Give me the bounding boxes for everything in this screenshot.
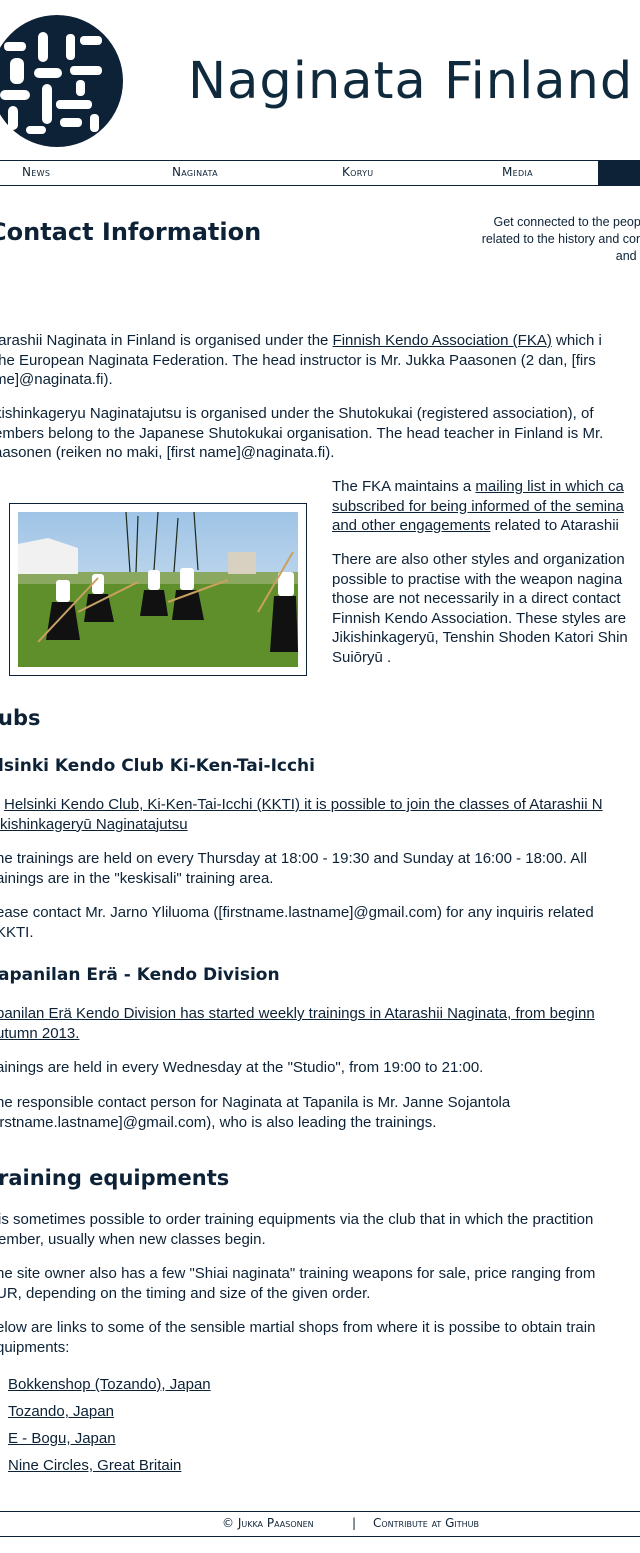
text: he responsible contact person for Nagina… <box>0 1094 511 1111</box>
paragraph-other-styles: There are also other styles and organiza… <box>332 550 628 667</box>
shop-link-nine-circles[interactable]: Nine Circles, Great Britain <box>8 1457 181 1474</box>
nav-item-media[interactable]: Media <box>502 165 533 179</box>
text: those are not necessarily in a direct co… <box>332 590 621 607</box>
text: There are also other styles and organiza… <box>332 551 625 568</box>
text: me]@naginata.fi). <box>0 371 113 388</box>
main-nav: News Naginata Koryu Media <box>0 160 640 186</box>
shop-link-tozando[interactable]: Tozando, Japan <box>8 1403 114 1420</box>
nav-item-koryu[interactable]: Koryu <box>342 165 373 179</box>
mailing-list-link[interactable]: mailing list in which ca <box>475 478 623 495</box>
equipment-paragraph-1: is sometimes possible to order training … <box>0 1210 593 1249</box>
text: UR, depending on the timing and size of … <box>0 1284 371 1302</box>
kkti-link[interactable]: Helsinki Kendo Club, Ki-Ken-Tai-Icchi (K… <box>4 796 603 813</box>
text: embers belong to the Japanese Shutokukai… <box>0 424 604 442</box>
kkti-schedule: he trainings are held on every Thursday … <box>0 849 587 888</box>
text: The FKA maintains a <box>332 478 476 495</box>
page-intro: Get connected to the people wh related t… <box>390 214 640 265</box>
text: ease contact Mr. Jarno Yliluoma ([firstn… <box>0 904 594 921</box>
naginata-kanji-logo-icon[interactable] <box>0 14 124 148</box>
tapanila-link-block: panilan Erä Kendo Division has started w… <box>0 1004 595 1043</box>
text: Finnish Kendo Association. These styles … <box>332 609 627 627</box>
text: he trainings are held on every Thursday … <box>0 850 587 867</box>
intro-line: and to Na <box>615 249 640 263</box>
intro-line: Get connected to the people wh <box>493 215 640 229</box>
text: is sometimes possible to order training … <box>0 1211 594 1228</box>
tapanila-heading: apanilan Erä - Kendo Division <box>0 965 280 985</box>
equipment-heading: raining equipments <box>0 1166 230 1190</box>
site-title[interactable]: Naginata Finland <box>188 52 633 111</box>
paragraph-jikishinkageryu: kishinkageryu Naginatajutsu is organised… <box>0 404 603 463</box>
text: related to Atarashii <box>490 517 619 534</box>
mailing-list-link[interactable]: subscribed for being informed of the sem… <box>332 498 624 515</box>
copyright-text: © Jukka Paasonen <box>222 1516 314 1530</box>
footer-separator: | <box>352 1516 357 1530</box>
intro-line: related to the history and contents <box>481 232 640 246</box>
text: which i <box>551 332 602 349</box>
site-footer: © Jukka Paasonen | Contribute at Github <box>0 1511 640 1537</box>
equipment-paragraph-2: he site owner also has a few "Shiai nagi… <box>0 1264 595 1303</box>
text: tarashii Naginata in Finland is organise… <box>0 332 333 349</box>
text: he site owner also has a few "Shiai nagi… <box>0 1265 596 1282</box>
list-item: Nine Circles, Great Britain <box>8 1455 211 1482</box>
kkti-heading: lsinki Kendo Club Ki-Ken-Tai-Icchi <box>0 756 315 776</box>
page-title: Contact Information <box>0 218 262 246</box>
paragraph-atarashii: tarashii Naginata in Finland is organise… <box>0 331 602 390</box>
text: possible to practise with the weapon nag… <box>332 570 623 588</box>
nav-item-naginata[interactable]: Naginata <box>172 165 218 179</box>
tapanila-link[interactable]: utumn 2013. <box>0 1025 79 1042</box>
tapanila-contact: he responsible contact person for Nagina… <box>0 1093 510 1132</box>
list-item: Tozando, Japan <box>8 1401 211 1428</box>
photo-frame <box>9 503 307 676</box>
kkti-link-block: Helsinki Kendo Club, Ki-Ken-Tai-Icchi (K… <box>0 795 603 834</box>
kkti-link[interactable]: kishinkageryū Naginatajutsu <box>0 816 188 833</box>
nav-item-active[interactable] <box>598 161 640 185</box>
site-header: Naginata Finland <box>0 0 640 160</box>
text: Jikishinkageryū, Tenshin Shoden Katori S… <box>332 629 628 646</box>
training-photo <box>18 512 298 667</box>
text: quipments: <box>0 1338 70 1356</box>
list-item: Bokkenshop (Tozando), Japan <box>8 1374 211 1401</box>
fka-link[interactable]: Finnish Kendo Association (FKA) <box>333 332 552 349</box>
kkti-contact: ease contact Mr. Jarno Yliluoma ([firstn… <box>0 903 594 942</box>
equipment-paragraph-3: elow are links to some of the sensible m… <box>0 1318 595 1357</box>
nav-item-news[interactable]: News <box>22 165 50 179</box>
mailing-list-link[interactable]: and other engagements <box>332 517 490 534</box>
list-item: E - Bogu, Japan <box>8 1428 211 1455</box>
clubs-heading: ubs <box>0 706 41 730</box>
text: kishinkageryu Naginatajutsu is organised… <box>0 405 594 422</box>
shop-list: Bokkenshop (Tozando), Japan Tozando, Jap… <box>8 1374 211 1482</box>
text: ember, usually when new classes begin. <box>0 1230 266 1248</box>
text: ainings are in the "keskisali" training … <box>0 869 274 887</box>
text: aasonen (reiken no maki, [first name]@na… <box>0 444 335 461</box>
shop-link-bokkenshop[interactable]: Bokkenshop (Tozando), Japan <box>8 1376 211 1393</box>
shop-link-e-bogu[interactable]: E - Bogu, Japan <box>8 1430 116 1447</box>
text: Suiōryū . <box>332 648 392 666</box>
text: irstname.lastname]@gmail.com), who is al… <box>0 1113 437 1131</box>
text: KKTI. <box>0 923 34 941</box>
github-contribute-link[interactable]: Contribute at Github <box>373 1516 479 1530</box>
paragraph-mailing-list: The FKA maintains a mailing list in whic… <box>332 477 624 536</box>
tapanila-schedule: ainings are held in every Wednesday at t… <box>0 1059 484 1076</box>
tapanila-link[interactable]: panilan Erä Kendo Division has started w… <box>0 1005 595 1022</box>
text: elow are links to some of the sensible m… <box>0 1319 596 1336</box>
text: the European Naginata Federation. The he… <box>0 351 596 369</box>
